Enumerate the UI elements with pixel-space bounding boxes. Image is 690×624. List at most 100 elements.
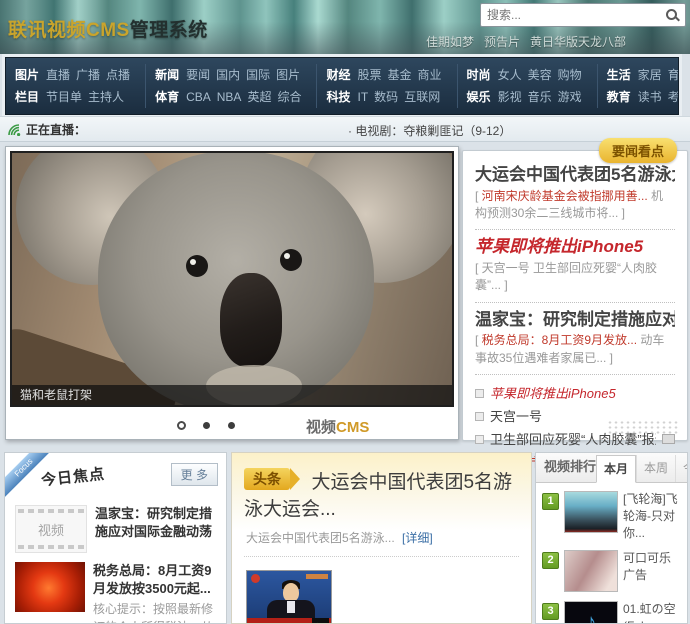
video-thumbnail[interactable] (564, 601, 618, 624)
news-sub-link: [ (475, 189, 482, 203)
ranking-item[interactable]: 301.虹の空 (Ful... (542, 601, 681, 624)
detail-link[interactable]: [详细] (402, 531, 433, 545)
main-navigation: 图片直播广播点播栏目节目单主持人新闻要闻国内国际图片体育CBANBA英超综合财经… (5, 57, 679, 115)
quick-link[interactable]: 黄日华版天龙八部 (530, 35, 626, 49)
divider (475, 374, 675, 375)
video-title[interactable]: [飞轮海]飞轮海-只对你... (623, 491, 681, 541)
nav-link[interactable]: 广播 (76, 68, 100, 82)
nav-link[interactable]: 商业 (418, 68, 442, 82)
nav-link[interactable]: NBA (217, 90, 242, 104)
koala-eye-left (186, 255, 208, 277)
nav-link[interactable]: 购物 (558, 68, 582, 82)
divider (475, 229, 675, 230)
nav-link[interactable]: 节目单 (46, 90, 82, 104)
today-focus-panel: Focus 今日焦点 更 多 视频 温家宝：研究制定措施应对国际金融动荡 税务总… (4, 452, 227, 624)
ranking-tab[interactable]: 今日 (675, 455, 688, 482)
nav-link[interactable]: 家居 (638, 68, 662, 82)
news-sub-link[interactable]: [ 天宫一号 卫生部回应死婴“人肉胶囊”... ] (475, 261, 657, 292)
slider-dot[interactable] (228, 422, 235, 429)
focus-item-summary: 核心提示：按照最新修订的个人所得税法，从今年9月1日起，居民个人所 (93, 600, 216, 624)
ranking-item[interactable]: 1[飞轮海]飞轮海-只对你... (542, 491, 681, 541)
nav-link[interactable]: 数码 (374, 90, 398, 104)
nav-row: 娱乐影视音乐游戏 (467, 86, 588, 108)
nav-category-link[interactable]: 时尚 (467, 68, 491, 82)
nav-link[interactable]: 互联网 (404, 90, 440, 104)
nav-category-link[interactable]: 图片 (15, 68, 39, 82)
flower-thumbnail[interactable] (15, 562, 85, 612)
bullet-icon (475, 435, 484, 444)
nav-link[interactable]: 英超 (247, 90, 271, 104)
nav-link[interactable]: 点播 (106, 68, 130, 82)
news-headline[interactable]: 苹果即将推出iPhone5 (475, 237, 675, 257)
news-headline[interactable]: 大运会中国代表团5名游泳大... (475, 165, 675, 185)
slider-dot[interactable] (203, 422, 210, 429)
video-thumbnail[interactable] (564, 491, 618, 533)
nav-link[interactable]: 直播 (46, 68, 70, 82)
focus-panel-title: 今日焦点 (40, 463, 106, 491)
news-list-link[interactable]: 苹果即将推出iPhone5 (490, 382, 616, 405)
quick-link[interactable]: 佳期如梦 (426, 35, 474, 49)
news-sub-link[interactable]: 税务总局：8月工资9月发放... (482, 333, 637, 347)
nav-link[interactable]: 图片 (276, 68, 300, 82)
nav-row: 教育读书考试留学 (607, 86, 679, 108)
focus-item-title[interactable]: 温家宝：研究制定措施应对国际金融动荡 (95, 505, 216, 553)
video-title[interactable]: 可口可乐广告 (623, 550, 681, 584)
nav-category-link[interactable]: 教育 (607, 90, 631, 104)
nav-category-link[interactable]: 财经 (326, 68, 350, 82)
nav-link[interactable]: 综合 (277, 90, 301, 104)
nav-link[interactable]: 国际 (246, 68, 270, 82)
ranking-item[interactable]: 2可口可乐广告 (542, 550, 681, 592)
nav-link[interactable]: 美容 (528, 68, 552, 82)
nav-link[interactable]: 考试 (668, 90, 679, 104)
news-list-item[interactable]: 苹果即将推出iPhone5 (475, 382, 675, 405)
nav-link[interactable]: 读书 (638, 90, 662, 104)
nav-link[interactable]: 股票 (358, 68, 382, 82)
nav-row: 栏目节目单主持人 (15, 86, 136, 108)
nav-link[interactable]: 音乐 (528, 90, 552, 104)
grip-dots-decoration (607, 420, 679, 434)
focus-item[interactable]: 视频 温家宝：研究制定措施应对国际金融动荡 (15, 505, 216, 553)
slider-image[interactable]: 猫和老鼠打架 (10, 151, 454, 407)
nav-category-link[interactable]: 科技 (326, 90, 350, 104)
nav-link[interactable]: 女人 (498, 68, 522, 82)
divider (244, 556, 519, 557)
nav-category-link[interactable]: 娱乐 (467, 90, 491, 104)
nav-link[interactable]: 国内 (216, 68, 240, 82)
search-box (480, 3, 686, 27)
ranking-tabs: 本月本周今日 (596, 455, 688, 482)
focus-item-title[interactable]: 税务总局：8月工资9月发放按3500元起... (93, 562, 216, 598)
news-video-thumbnail[interactable]: ▶ (246, 570, 332, 624)
video-placeholder-thumbnail[interactable]: 视频 (15, 505, 87, 553)
search-icon[interactable] (665, 8, 680, 23)
nav-link[interactable]: IT (358, 90, 369, 104)
nav-link[interactable]: 游戏 (558, 90, 582, 104)
nav-category-link[interactable]: 栏目 (15, 90, 39, 104)
search-input[interactable] (481, 8, 665, 22)
nav-link[interactable]: 要闻 (186, 68, 210, 82)
more-button[interactable]: 更 多 (171, 463, 218, 486)
nav-category-link[interactable]: 新闻 (155, 68, 179, 82)
nav-link[interactable]: 育儿 (668, 68, 679, 82)
live-current-program[interactable]: · 电视剧：夺粮剿匪记（9-12） (348, 122, 511, 139)
video-thumbnail[interactable] (564, 550, 618, 592)
slider-dot[interactable] (177, 421, 186, 430)
news-list-link[interactable]: 天宫一号 (490, 405, 542, 428)
nav-category-link[interactable]: 生活 (607, 68, 631, 82)
bullet-icon (475, 412, 484, 421)
nav-link[interactable]: 基金 (388, 68, 412, 82)
quick-link[interactable]: 预告片 (484, 35, 520, 49)
focus-item[interactable]: 税务总局：8月工资9月发放按3500元起... 核心提示：按照最新修订的个人所得… (15, 562, 216, 624)
nav-category-link[interactable]: 体育 (155, 90, 179, 104)
nav-link[interactable]: 主持人 (88, 90, 124, 104)
news-sub-link: [ (475, 333, 482, 347)
nav-row: 图片直播广播点播 (15, 64, 136, 86)
ranking-tab[interactable]: 本月 (596, 455, 636, 483)
nav-row: 新闻要闻国内国际图片 (155, 64, 307, 86)
nav-link[interactable]: CBA (186, 90, 211, 104)
video-title[interactable]: 01.虹の空 (Ful... (623, 601, 681, 624)
nav-link[interactable]: 影视 (498, 90, 522, 104)
news-sub-link[interactable]: 河南宋庆龄基金会被指挪用善... (482, 189, 648, 203)
play-icon[interactable]: ▶ (312, 618, 329, 624)
news-headline[interactable]: 温家宝：研究制定措施应对国... (475, 310, 675, 330)
ranking-tab[interactable]: 本周 (636, 455, 675, 482)
